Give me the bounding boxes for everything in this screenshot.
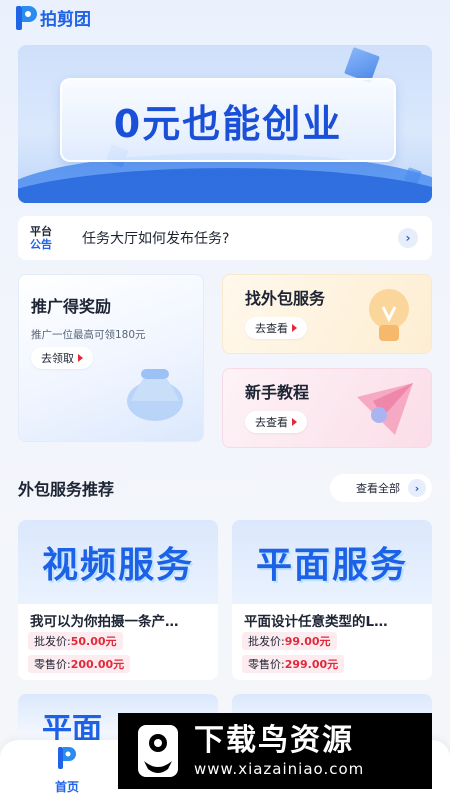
play-icon	[78, 354, 83, 362]
view-tutorial-button[interactable]: 去查看	[245, 411, 307, 433]
retail-price: 299.00元	[284, 658, 339, 671]
outsource-card[interactable]: 找外包服务 去查看	[222, 274, 432, 354]
play-icon	[292, 418, 297, 426]
promo-title: 推广得奖励	[31, 297, 112, 316]
tab-home[interactable]: 首页	[27, 744, 107, 795]
service-name: 平面设计任意类型的L…	[244, 614, 388, 630]
view-tutorial-label: 去查看	[255, 416, 288, 429]
watermark-url: www.xiazainiao.com	[194, 760, 365, 778]
banner-panel: 0元也能创业	[60, 78, 396, 162]
wholesale-price: 99.00元	[284, 635, 331, 648]
view-all-label: 查看全部	[356, 482, 400, 495]
service-thumbnail-text: 视频服务	[41, 545, 194, 586]
tutorial-card[interactable]: 新手教程 去查看	[222, 368, 432, 448]
service-thumbnail-text: 平面服务	[255, 545, 408, 586]
lightbulb-icon	[369, 289, 409, 341]
promo-card[interactable]: 推广得奖励 推广一位最高可领180元 去领取	[18, 274, 204, 442]
chevron-right-icon: ›	[408, 479, 426, 497]
claim-button[interactable]: 去领取	[31, 347, 93, 369]
banner-title: 0元也能创业	[113, 101, 343, 146]
notice-tag: 平台 公告	[30, 225, 74, 251]
hero-banner[interactable]: 0元也能创业	[18, 45, 432, 203]
money-bag-icon	[127, 369, 183, 421]
view-all-button[interactable]: 查看全部 ›	[330, 474, 432, 502]
logo-icon	[14, 3, 38, 31]
logo-text: 拍剪团	[40, 9, 91, 30]
wholesale-price-tag: 批发价: 99.00元	[242, 632, 337, 650]
chevron-right-icon[interactable]: ›	[398, 228, 418, 248]
home-icon	[56, 744, 78, 770]
section-title: 外包服务推荐	[18, 480, 115, 499]
play-icon	[292, 324, 297, 332]
bird-logo-icon	[132, 721, 184, 781]
claim-button-label: 去领取	[41, 352, 74, 365]
service-name: 我可以为你拍摄一条产…	[30, 614, 179, 630]
app-logo: 拍剪团	[14, 2, 91, 32]
promo-subtitle: 推广一位最高可领180元	[31, 329, 146, 341]
wholesale-price: 50.00元	[70, 635, 117, 648]
paper-plane-icon	[357, 383, 413, 435]
watermark-overlay: 下载鸟资源 www.xiazainiao.com	[118, 713, 432, 789]
notice-tag-line1: 平台	[30, 225, 52, 238]
retail-price-tag: 零售价: 200.00元	[28, 655, 131, 673]
retail-price: 200.00元	[70, 658, 125, 671]
service-card[interactable]: 视频服务 我可以为你拍摄一条产… 批发价: 50.00元 零售价: 200.00…	[18, 520, 218, 680]
retail-label: 零售价:	[34, 658, 71, 671]
service-thumbnail: 平面服务	[232, 520, 432, 604]
platform-notice[interactable]: 平台 公告 任务大厅如何发布任务? ›	[18, 216, 432, 260]
notice-text: 任务大厅如何发布任务?	[82, 231, 230, 247]
view-outsource-button[interactable]: 去查看	[245, 317, 307, 339]
wholesale-label: 批发价:	[34, 635, 71, 648]
retail-label: 零售价:	[248, 658, 285, 671]
tab-home-label: 首页	[54, 780, 79, 794]
watermark-title: 下载鸟资源	[194, 723, 354, 758]
service-card[interactable]: 平面服务 平面设计任意类型的L… 批发价: 99.00元 零售价: 299.00…	[232, 520, 432, 680]
retail-price-tag: 零售价: 299.00元	[242, 655, 345, 673]
wholesale-price-tag: 批发价: 50.00元	[28, 632, 123, 650]
notice-tag-line2: 公告	[30, 238, 52, 251]
outsource-title: 找外包服务	[245, 289, 326, 308]
service-thumbnail: 视频服务	[18, 520, 218, 604]
tutorial-title: 新手教程	[245, 383, 310, 402]
wholesale-label: 批发价:	[248, 635, 285, 648]
view-outsource-label: 去查看	[255, 322, 288, 335]
